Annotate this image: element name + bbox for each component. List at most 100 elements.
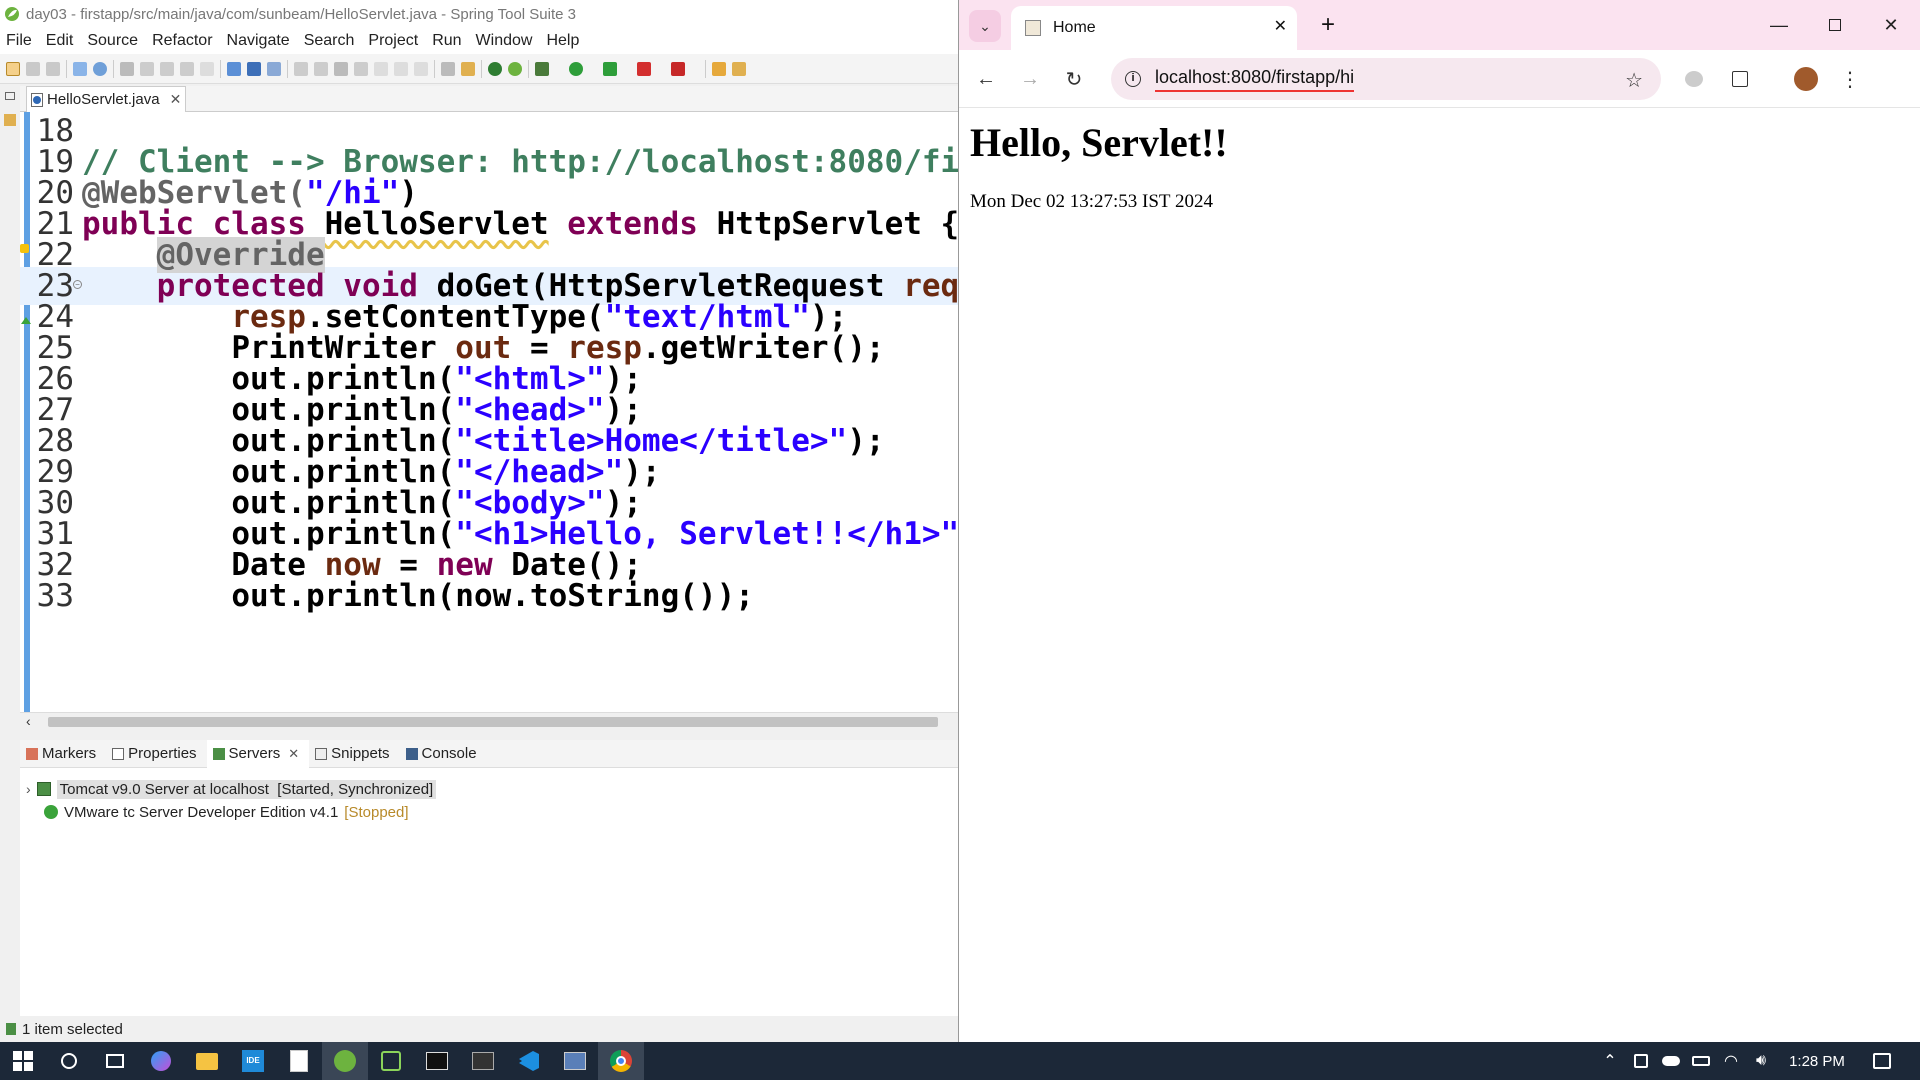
chevron-down-icon[interactable]: [657, 62, 665, 76]
browser-tab-home[interactable]: Home ✕: [1011, 6, 1297, 50]
window-close-button[interactable]: ✕: [1863, 0, 1919, 50]
suspend-icon[interactable]: [314, 61, 328, 76]
menu-project[interactable]: Project: [368, 32, 418, 50]
step-over-icon[interactable]: [394, 61, 408, 76]
boot-dashboard-icon[interactable]: [488, 61, 502, 76]
chevron-down-icon[interactable]: [623, 62, 631, 76]
close-icon[interactable]: ✕: [288, 746, 299, 762]
skip-icon[interactable]: [267, 61, 281, 76]
new-icon[interactable]: [6, 61, 20, 76]
taskbar-app-green[interactable]: [368, 1042, 414, 1080]
taskbar-remote-desktop[interactable]: [552, 1042, 598, 1080]
chevron-down-icon[interactable]: [691, 62, 699, 76]
reload-button[interactable]: ↻: [1059, 64, 1089, 94]
terminate-icon[interactable]: [334, 61, 348, 76]
save-all-icon[interactable]: [46, 61, 60, 76]
taskbar-terminal[interactable]: [414, 1042, 460, 1080]
taskbar-spring-tool-suite[interactable]: [322, 1042, 368, 1080]
maximize-button[interactable]: [1807, 0, 1863, 50]
taskbar-notepad[interactable]: [276, 1042, 322, 1080]
tray-wifi[interactable]: ◠: [1718, 1042, 1744, 1080]
server-stop-icon[interactable]: [671, 61, 685, 76]
menu-edit[interactable]: Edit: [46, 32, 74, 50]
menu-navigate[interactable]: Navigate: [227, 32, 290, 50]
new-tab-button[interactable]: +: [1313, 10, 1343, 40]
address-bar[interactable]: i localhost:8080/firstapp/hi ☆: [1111, 58, 1661, 100]
server-row-tomcat[interactable]: › Tomcat v9.0 Server at localhost [Start…: [26, 778, 437, 800]
package-explorer-icon[interactable]: [4, 114, 16, 126]
console-icon[interactable]: [180, 61, 194, 76]
bookmark-star-icon[interactable]: ☆: [1625, 68, 1643, 93]
scrollbar-thumb[interactable]: [48, 717, 938, 727]
new-class-icon[interactable]: [712, 61, 726, 76]
build-icon[interactable]: [73, 61, 87, 76]
editor-tab-helloservlet[interactable]: HelloServlet.java ✕: [26, 86, 186, 112]
close-icon[interactable]: ✕: [1274, 16, 1287, 36]
tasks-icon[interactable]: [461, 61, 475, 76]
chevron-down-icon[interactable]: [555, 62, 563, 76]
tray-onedrive[interactable]: [1658, 1042, 1684, 1080]
tab-search-button[interactable]: ⌄: [969, 10, 1001, 42]
refresh-icon[interactable]: [93, 61, 107, 76]
menu-file[interactable]: File: [6, 32, 32, 50]
extensions-button[interactable]: [1725, 64, 1755, 94]
step-into-icon[interactable]: [374, 61, 388, 76]
resume-icon[interactable]: [294, 61, 308, 76]
open-folder-icon[interactable]: [732, 61, 746, 76]
back-button[interactable]: ←: [971, 64, 1001, 94]
show-hidden-icons-button[interactable]: ⌃: [1598, 1042, 1622, 1080]
menu-source[interactable]: Source: [87, 32, 138, 50]
link-icon[interactable]: [160, 61, 174, 76]
edit-icon[interactable]: [140, 61, 154, 76]
clock[interactable]: 1:28 PM: [1782, 1042, 1852, 1080]
taskbar-chrome[interactable]: [598, 1042, 644, 1080]
restore-icon[interactable]: [5, 92, 15, 100]
profile-button[interactable]: [1791, 64, 1821, 94]
run-external-icon[interactable]: [603, 61, 617, 76]
chevron-down-icon[interactable]: [589, 62, 597, 76]
tab-servers[interactable]: Servers ✕: [206, 739, 310, 768]
server-row-vmware[interactable]: VMware tc Server Developer Edition v4.1 …: [44, 801, 409, 823]
monitor-icon[interactable]: [247, 61, 261, 76]
url-text[interactable]: localhost:8080/firstapp/hi: [1155, 67, 1355, 92]
extension-puzzle-gray-button[interactable]: [1679, 64, 1709, 94]
spring-icon[interactable]: [508, 61, 522, 76]
stop-icon[interactable]: [637, 61, 651, 76]
menu-help[interactable]: Help: [546, 32, 579, 50]
save-icon[interactable]: [26, 61, 40, 76]
site-info-icon[interactable]: i: [1125, 71, 1141, 87]
tray-volume[interactable]: 🔊︎: [1748, 1042, 1774, 1080]
debug-icon[interactable]: [535, 61, 549, 76]
taskbar-search-button[interactable]: [46, 1042, 92, 1080]
paragraph-icon[interactable]: [200, 61, 214, 76]
editor-horizontal-scrollbar[interactable]: ‹: [20, 712, 958, 730]
taskbar-console[interactable]: [460, 1042, 506, 1080]
tray-battery[interactable]: [1688, 1042, 1714, 1080]
tab-console[interactable]: Console: [400, 740, 487, 768]
search-icon[interactable]: [227, 61, 241, 76]
menu-search[interactable]: Search: [304, 32, 355, 50]
disconnect-icon[interactable]: [354, 61, 368, 76]
taskbar-ide-app[interactable]: IDE: [230, 1042, 276, 1080]
taskbar-file-explorer[interactable]: [184, 1042, 230, 1080]
chevron-right-icon[interactable]: ›: [26, 781, 31, 797]
tab-snippets[interactable]: Snippets: [309, 740, 399, 768]
taskbar-vscode[interactable]: [506, 1042, 552, 1080]
tab-markers[interactable]: Markers: [20, 740, 106, 768]
forward-button[interactable]: →: [1015, 64, 1045, 94]
menu-window[interactable]: Window: [476, 32, 533, 50]
tray-device[interactable]: [1628, 1042, 1654, 1080]
chevron-left-icon[interactable]: ‹: [26, 713, 31, 729]
notifications-button[interactable]: [1864, 1042, 1900, 1080]
step-return-icon[interactable]: [414, 61, 428, 76]
menu-refactor[interactable]: Refactor: [152, 32, 212, 50]
browser-menu-button[interactable]: ⋮: [1835, 64, 1865, 94]
menu-run[interactable]: Run: [432, 32, 461, 50]
code-editor[interactable]: − 18 19// Client --> Browser: http://loc…: [20, 112, 958, 712]
taskbar-copilot[interactable]: [138, 1042, 184, 1080]
list-icon[interactable]: [441, 61, 455, 76]
pin-icon[interactable]: [120, 61, 134, 76]
start-button[interactable]: [0, 1042, 46, 1080]
task-view-button[interactable]: [92, 1042, 138, 1080]
close-icon[interactable]: ✕: [170, 91, 182, 108]
